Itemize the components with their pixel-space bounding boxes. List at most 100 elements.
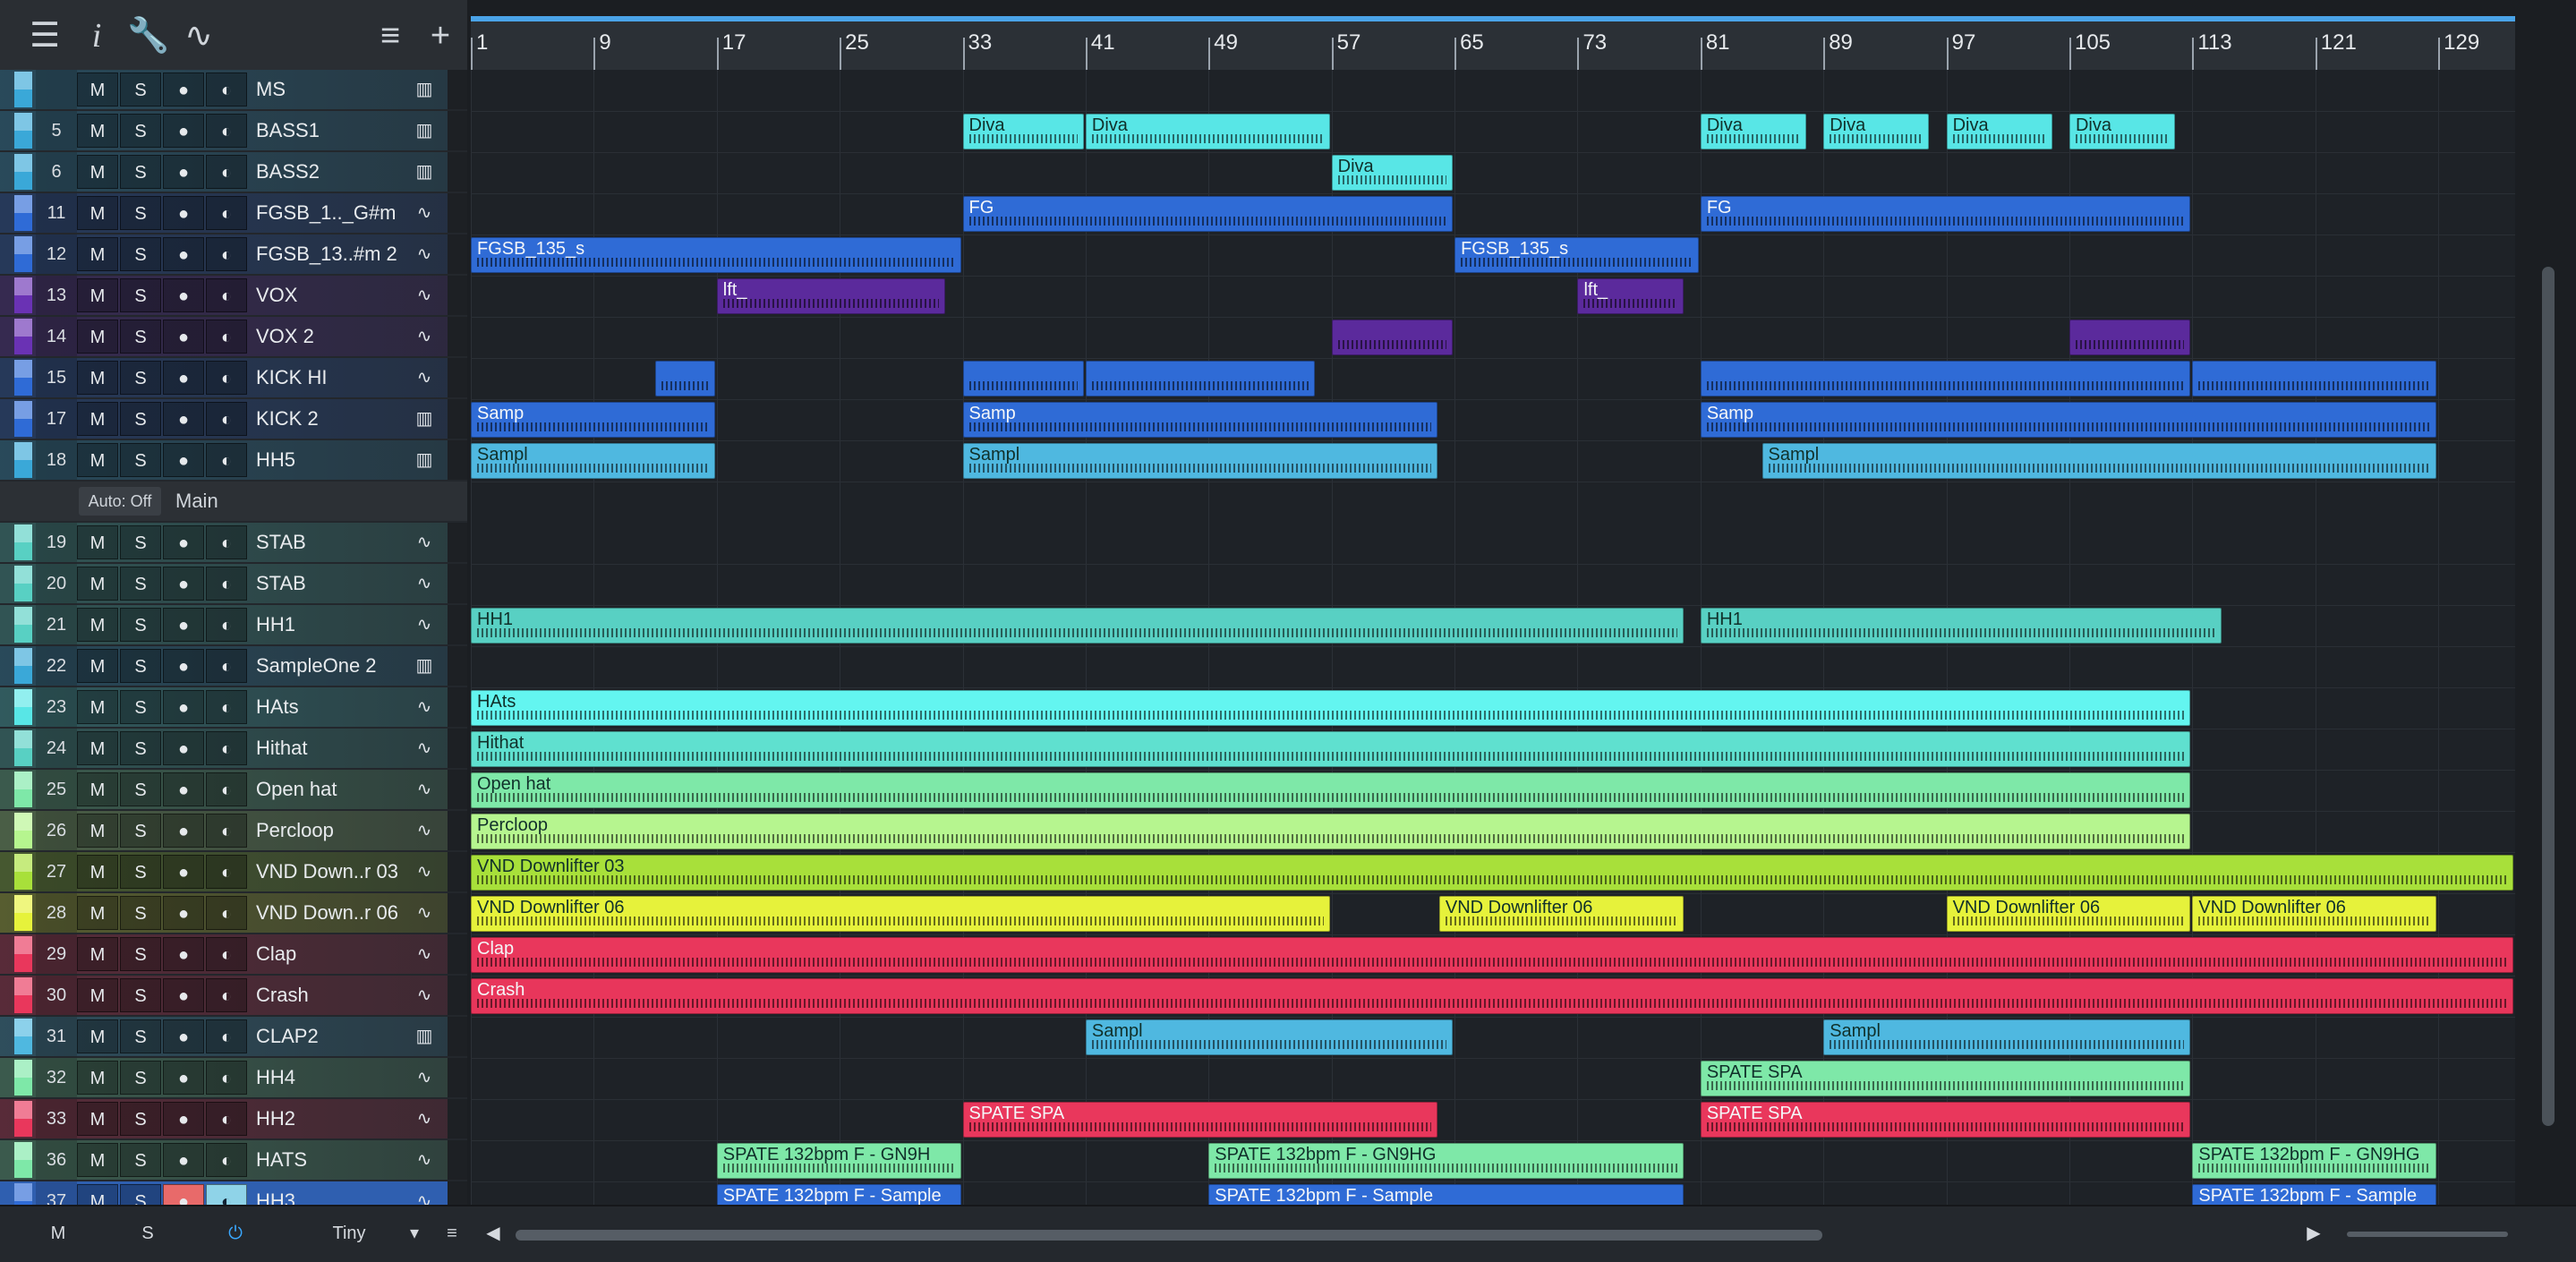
track-name[interactable]: SampleOne 2 bbox=[247, 646, 405, 686]
track-name[interactable]: Clap bbox=[247, 934, 405, 974]
record-arm-button[interactable]: ● bbox=[163, 772, 204, 806]
arrangement-clip[interactable]: Sampl bbox=[1823, 1019, 2191, 1055]
track-color-swatch[interactable] bbox=[14, 854, 32, 890]
solo-button[interactable]: S bbox=[120, 649, 161, 683]
record-arm-button[interactable]: ● bbox=[163, 978, 204, 1012]
global-mute-button[interactable]: M bbox=[36, 1215, 81, 1251]
track-name[interactable]: BASS1 bbox=[247, 111, 405, 150]
arrangement-clip[interactable]: Samp bbox=[1700, 402, 2437, 438]
mute-button[interactable]: M bbox=[77, 72, 118, 107]
mute-button[interactable]: M bbox=[77, 731, 118, 765]
chevron-down-icon[interactable]: ▾ bbox=[401, 1215, 428, 1251]
track-color-swatch[interactable] bbox=[14, 401, 32, 437]
monitor-button[interactable]: ◐ bbox=[206, 155, 247, 189]
monitor-button[interactable]: ◐ bbox=[206, 1019, 247, 1053]
hamburger-icon[interactable]: ≡ bbox=[371, 16, 410, 55]
arrangement-clip[interactable]: Diva bbox=[1823, 114, 1930, 149]
arrangement-lane[interactable] bbox=[471, 111, 2515, 153]
record-arm-button[interactable]: ● bbox=[163, 896, 204, 930]
arrangement-clip[interactable]: Percloop bbox=[471, 814, 2191, 849]
arrangement-clip[interactable]: SPATE SPA bbox=[962, 1102, 1437, 1138]
arrangement-clip[interactable]: SPATE 132bpm F - Sample bbox=[2192, 1184, 2437, 1205]
automation-icon[interactable]: ∿ bbox=[179, 16, 218, 55]
track-color-swatch[interactable] bbox=[14, 1101, 32, 1137]
track-color-swatch[interactable] bbox=[14, 772, 32, 807]
arrangement-clip[interactable]: Hithat bbox=[471, 731, 2191, 767]
arrangement-clip[interactable]: FG bbox=[962, 196, 1454, 232]
track-name[interactable]: Hithat bbox=[247, 729, 405, 768]
mute-button[interactable]: M bbox=[77, 114, 118, 148]
monitor-button[interactable]: ◐ bbox=[206, 443, 247, 477]
mute-button[interactable]: M bbox=[77, 196, 118, 230]
track-name[interactable]: HH2 bbox=[247, 1099, 405, 1138]
arrangement-clip[interactable]: VND Downlifter 06 bbox=[471, 896, 1330, 932]
arrangement-clip[interactable]: HAts bbox=[471, 690, 2191, 726]
arrangement-lane[interactable] bbox=[471, 70, 2515, 112]
solo-button[interactable]: S bbox=[120, 361, 161, 395]
monitor-button[interactable]: ◐ bbox=[206, 1061, 247, 1095]
solo-button[interactable]: S bbox=[120, 978, 161, 1012]
track-row[interactable]: 24 M S ● ◐ Hithat ∿ bbox=[0, 729, 467, 768]
arrangement-clip[interactable]: Samp bbox=[471, 402, 715, 438]
mute-button[interactable]: M bbox=[77, 855, 118, 889]
vertical-scrollbar[interactable] bbox=[2531, 70, 2576, 1205]
track-name[interactable]: FGSB_13..#m 2 bbox=[247, 234, 405, 274]
arrangement-view[interactable]: Diva Diva Diva Diva Diva Diva Diva FG FG FGSB_135… bbox=[471, 70, 2515, 1205]
track-name[interactable]: KICK HI bbox=[247, 358, 405, 397]
arrangement-clip[interactable] bbox=[1331, 320, 1454, 355]
arrangement-clip[interactable]: SPATE 132bpm F - Sample bbox=[1208, 1184, 1684, 1205]
solo-button[interactable]: S bbox=[120, 896, 161, 930]
record-arm-button[interactable]: ● bbox=[163, 1184, 204, 1205]
solo-button[interactable]: S bbox=[120, 320, 161, 354]
arrangement-clip[interactable] bbox=[2192, 361, 2437, 397]
record-arm-button[interactable]: ● bbox=[163, 525, 204, 559]
arrangement-clip[interactable]: Clap bbox=[471, 937, 2513, 973]
record-arm-button[interactable]: ● bbox=[163, 814, 204, 848]
arrangement-clip[interactable]: HH1 bbox=[471, 608, 1684, 644]
solo-button[interactable]: S bbox=[120, 196, 161, 230]
record-arm-button[interactable]: ● bbox=[163, 731, 204, 765]
monitor-button[interactable]: ◐ bbox=[206, 772, 247, 806]
solo-button[interactable]: S bbox=[120, 72, 161, 107]
menu-icon[interactable]: ≡ bbox=[439, 1215, 465, 1251]
track-row[interactable]: M S ● ◐ MS ▥ bbox=[0, 70, 467, 109]
mute-button[interactable]: M bbox=[77, 155, 118, 189]
track-name[interactable]: KICK 2 bbox=[247, 399, 405, 439]
track-color-swatch[interactable] bbox=[14, 1142, 32, 1178]
solo-button[interactable]: S bbox=[120, 731, 161, 765]
monitor-button[interactable]: ◐ bbox=[206, 278, 247, 312]
solo-button[interactable]: S bbox=[120, 937, 161, 971]
track-name[interactable]: VND Down..r 03 bbox=[247, 852, 405, 891]
monitor-button[interactable]: ◐ bbox=[206, 1143, 247, 1177]
mute-button[interactable]: M bbox=[77, 1061, 118, 1095]
arrangement-clip[interactable]: VND Downlifter 03 bbox=[471, 855, 2513, 891]
mute-button[interactable]: M bbox=[77, 978, 118, 1012]
track-name[interactable]: VND Down..r 06 bbox=[247, 893, 405, 933]
solo-button[interactable]: S bbox=[120, 402, 161, 436]
track-color-swatch[interactable] bbox=[14, 1019, 32, 1054]
record-arm-button[interactable]: ● bbox=[163, 402, 204, 436]
track-name[interactable]: HAts bbox=[247, 687, 405, 727]
track-color-swatch[interactable] bbox=[14, 648, 32, 684]
track-row[interactable]: 31 M S ● ◐ CLAP2 ▥ bbox=[0, 1017, 467, 1056]
record-arm-button[interactable]: ● bbox=[163, 72, 204, 107]
arrangement-clip[interactable]: Diva bbox=[2068, 114, 2176, 149]
track-name[interactable]: Crash bbox=[247, 976, 405, 1015]
arrangement-clip[interactable]: Diva bbox=[1085, 114, 1330, 149]
arrangement-lane[interactable] bbox=[471, 152, 2515, 194]
mute-button[interactable]: M bbox=[77, 237, 118, 271]
track-color-swatch[interactable] bbox=[14, 319, 32, 354]
record-arm-button[interactable]: ● bbox=[163, 690, 204, 724]
monitor-button[interactable]: ◐ bbox=[206, 72, 247, 107]
arrangement-clip[interactable]: SPATE 132bpm F - Sample bbox=[716, 1184, 961, 1205]
track-name[interactable]: STAB bbox=[247, 523, 405, 562]
record-arm-button[interactable]: ● bbox=[163, 1019, 204, 1053]
record-arm-button[interactable]: ● bbox=[163, 278, 204, 312]
track-color-swatch[interactable] bbox=[14, 730, 32, 766]
record-arm-button[interactable]: ● bbox=[163, 1102, 204, 1136]
mute-button[interactable]: M bbox=[77, 896, 118, 930]
track-name[interactable]: HH5 bbox=[247, 440, 405, 480]
monitor-button[interactable]: ◐ bbox=[206, 978, 247, 1012]
arrangement-clip[interactable]: lft_ bbox=[716, 278, 946, 314]
track-row[interactable]: 33 M S ● ◐ HH2 ∿ bbox=[0, 1099, 467, 1138]
